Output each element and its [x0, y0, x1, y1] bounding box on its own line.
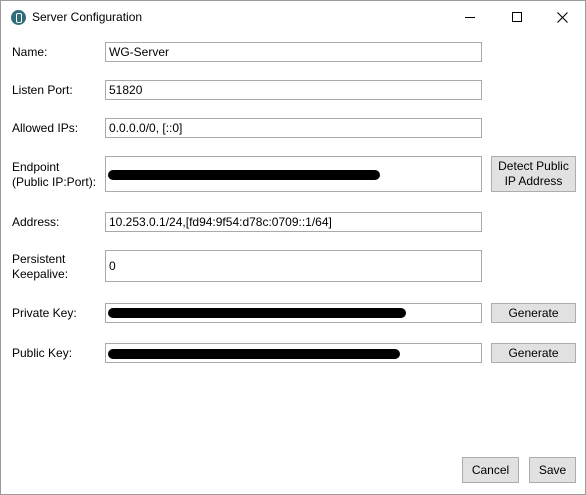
- detect-public-ip-button[interactable]: Detect Public IP Address: [491, 156, 576, 192]
- name-label: Name:: [12, 45, 48, 59]
- name-field[interactable]: WG-Server: [105, 42, 482, 62]
- endpoint-label: Endpoint (Public IP:Port):: [12, 160, 96, 190]
- address-label: Address:: [12, 215, 60, 229]
- maximize-icon: [512, 12, 522, 22]
- close-button[interactable]: [539, 1, 585, 33]
- listen-port-field[interactable]: 51820: [105, 80, 482, 100]
- allowed-ips-field[interactable]: 0.0.0.0/0, [::0]: [105, 118, 482, 138]
- private-key-field[interactable]: [105, 303, 482, 323]
- minimize-icon: [465, 16, 475, 18]
- window-title: Server Configuration: [32, 10, 143, 24]
- title-bar[interactable]: Server Configuration: [1, 1, 585, 33]
- redacted-endpoint-value: [108, 170, 380, 180]
- keepalive-label-line1: Persistent: [12, 252, 66, 266]
- wireguard-icon: [11, 10, 26, 25]
- address-field[interactable]: 10.253.0.1/24,[fd94:9f54:d78c:0709::1/64…: [105, 212, 482, 232]
- detect-ip-label-line1: Detect Public: [498, 159, 569, 173]
- redacted-public-key: [108, 349, 400, 359]
- save-button[interactable]: Save: [529, 457, 576, 483]
- public-key-label: Public Key:: [12, 346, 73, 360]
- endpoint-label-line1: Endpoint: [12, 160, 60, 174]
- allowed-ips-label: Allowed IPs:: [12, 121, 79, 135]
- keepalive-field[interactable]: 0: [105, 250, 482, 282]
- minimize-button[interactable]: [447, 1, 493, 33]
- keepalive-label: Persistent Keepalive:: [12, 252, 68, 282]
- generate-public-key-button[interactable]: Generate: [491, 343, 576, 363]
- cancel-button[interactable]: Cancel: [462, 457, 519, 483]
- detect-ip-label-line2: IP Address: [504, 174, 563, 188]
- close-icon: [556, 11, 568, 23]
- generate-private-key-button[interactable]: Generate: [491, 303, 576, 323]
- redacted-private-key: [108, 308, 406, 318]
- maximize-button[interactable]: [494, 1, 540, 33]
- endpoint-field[interactable]: [105, 156, 482, 192]
- public-key-field[interactable]: [105, 343, 482, 363]
- listen-port-label: Listen Port:: [12, 83, 73, 97]
- keepalive-label-line2: Keepalive:: [12, 267, 69, 281]
- private-key-label: Private Key:: [12, 306, 77, 320]
- endpoint-label-line2: (Public IP:Port):: [12, 175, 97, 189]
- server-configuration-window: Server Configuration Name: WG-Server Lis…: [0, 0, 586, 495]
